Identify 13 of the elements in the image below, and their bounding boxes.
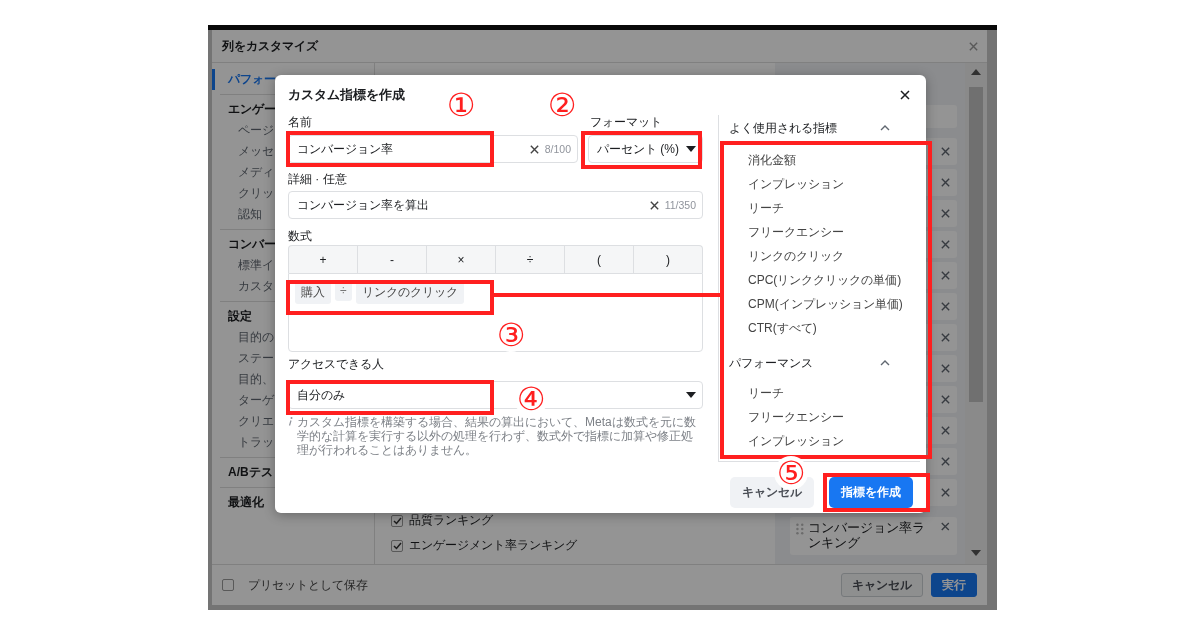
field-label: アクセスできる人 bbox=[288, 357, 385, 371]
notice-text: カスタム指標を構築する場合、結果の算出において、Metaは数式を元に数学的な計算を実行する以外の処理を行わず、数式外で指標に加算や修正処理が行われることはありません。 bbox=[297, 415, 697, 457]
field-label: 詳細 · 任意 bbox=[288, 172, 348, 186]
option-label: 品質ランキング bbox=[409, 512, 493, 529]
field-label: 名前 bbox=[288, 115, 313, 129]
field-label: フォーマット bbox=[589, 115, 663, 129]
character-counter: 11/350 bbox=[664, 199, 696, 211]
option-label: エンゲージメント率ランキング bbox=[409, 537, 577, 554]
character-counter: 8/100 bbox=[544, 143, 571, 155]
field-label: 数式 bbox=[288, 229, 313, 243]
checkbox-label: プリセットとして保存 bbox=[248, 576, 369, 594]
window-title: 列をカスタマイズ bbox=[222, 37, 320, 55]
dialog-title: カスタム指標を作成 bbox=[288, 86, 406, 104]
